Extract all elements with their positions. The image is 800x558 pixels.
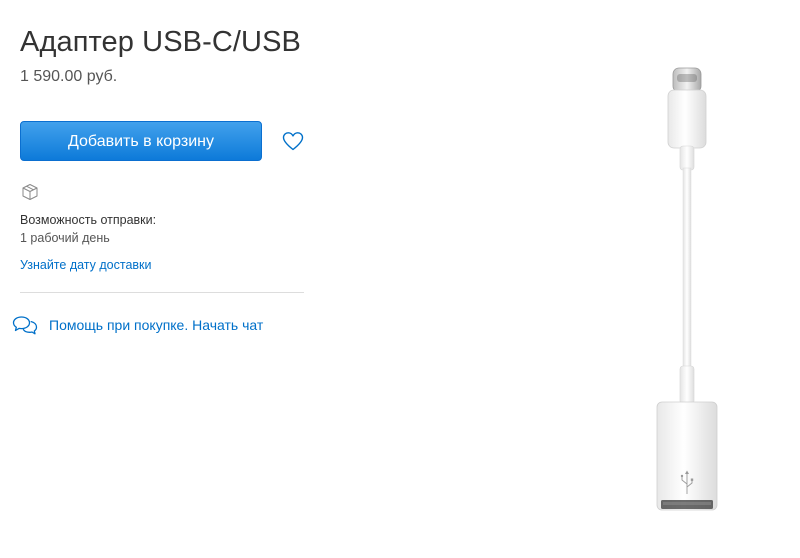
- chat-help-link[interactable]: Помощь при покупке. Начать чат: [12, 313, 263, 337]
- heart-icon: [282, 132, 304, 151]
- shipping-label: Возможность отправки:: [20, 213, 157, 227]
- usb-c-adapter-image: [656, 67, 718, 511]
- chat-help-text: Помощь при покупке. Начать чат: [49, 317, 264, 333]
- box-icon: [20, 182, 40, 202]
- delivery-date-link[interactable]: Узнайте дату доставки: [20, 258, 152, 272]
- shipping-value: 1 рабочий день: [20, 231, 110, 245]
- chat-bubbles-icon: [12, 316, 38, 335]
- add-to-bag-button[interactable]: Добавить в корзину: [20, 121, 262, 161]
- product-title: Адаптер USB-C/USB: [20, 26, 301, 58]
- product-price: 1 590.00 руб.: [20, 68, 118, 85]
- product-page: Адаптер USB-C/USB 1 590.00 руб. Добавить…: [0, 0, 800, 558]
- divider: [20, 292, 304, 293]
- favorite-button[interactable]: [280, 128, 306, 154]
